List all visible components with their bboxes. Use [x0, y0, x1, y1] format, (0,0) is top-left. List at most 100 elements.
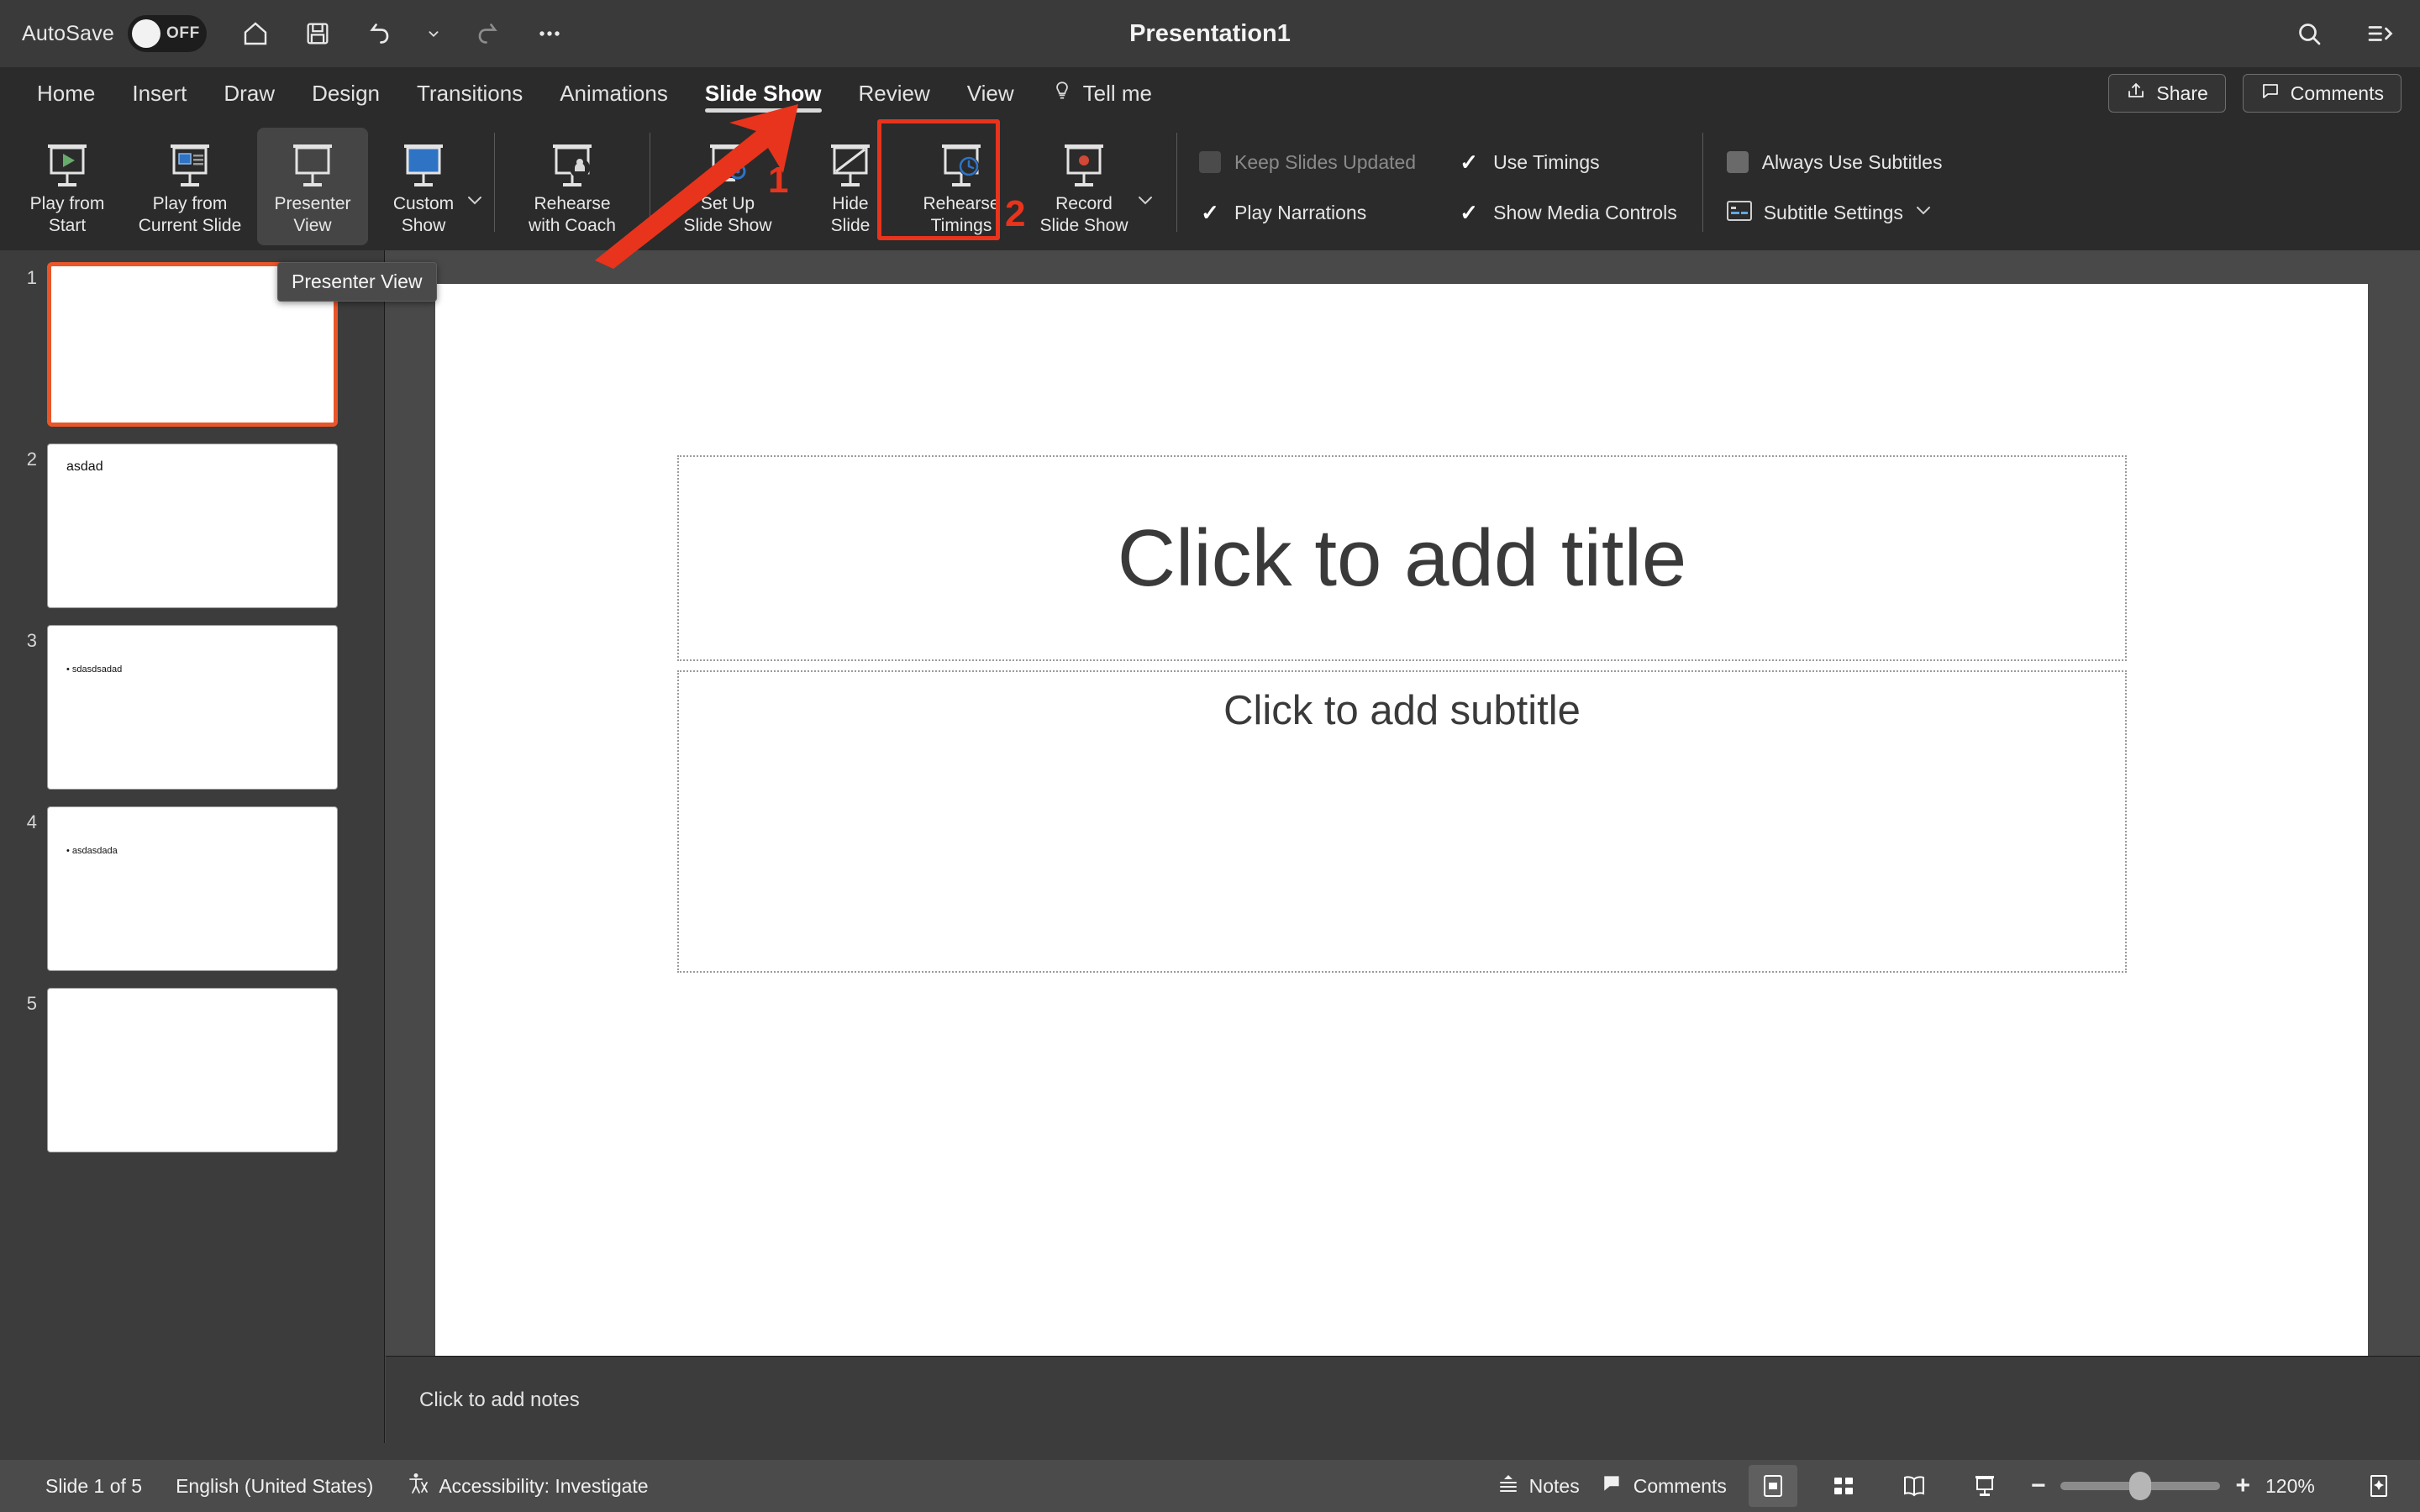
zoom-control[interactable]: − + 120%: [2031, 1472, 2333, 1500]
more-options-icon[interactable]: [531, 15, 568, 52]
slide-show-options-group-2: ✓ Use Timings ✓ Show Media Controls: [1416, 128, 1677, 228]
minus-icon[interactable]: −: [2031, 1473, 2046, 1499]
accessibility-status[interactable]: Accessibility: Investigate: [407, 1472, 649, 1500]
thumbnail-number: 1: [26, 267, 37, 288]
custom-show-button[interactable]: Custom Show: [368, 128, 479, 245]
lightbulb-icon: [1051, 78, 1073, 109]
reading-view-icon[interactable]: [1890, 1465, 1939, 1507]
tab-draw[interactable]: Draw: [205, 67, 293, 119]
record-slide-show-label-1: Record: [1055, 194, 1113, 213]
tab-slide-show[interactable]: Slide Show: [687, 67, 840, 119]
zoom-slider-handle[interactable]: [2129, 1472, 2152, 1500]
list-item[interactable]: 4 • asdasdada: [0, 806, 384, 971]
presenter-view-button[interactable]: Presenter View: [257, 128, 368, 245]
record-slide-show-icon: [1058, 138, 1110, 190]
set-up-slide-show-button[interactable]: Set Up Slide Show: [660, 128, 795, 245]
search-icon[interactable]: [2291, 15, 2328, 52]
share-button[interactable]: Share: [2108, 74, 2226, 113]
subtitle-settings-button[interactable]: Subtitle Settings: [1726, 197, 1943, 228]
slide-thumbnail-panel[interactable]: 1 2 asdad 3 • sdasdsadad 4 • asdasdada 5: [0, 250, 385, 1443]
ribbon-tab-bar: Home Insert Draw Design Transitions Anim…: [0, 67, 2420, 119]
play-from-current-slide-label-1: Play from: [152, 194, 228, 213]
hide-slide-label-1: Hide: [832, 194, 869, 213]
status-comments-label: Comments: [1633, 1474, 1727, 1497]
play-from-start-icon: [41, 138, 93, 190]
keep-slides-updated-checkbox[interactable]: Keep Slides Updated: [1199, 146, 1416, 178]
ribbon-display-icon[interactable]: [2361, 15, 2398, 52]
tell-me-button[interactable]: Tell me: [1033, 78, 1171, 109]
subtitle-placeholder[interactable]: Click to add subtitle: [677, 670, 2127, 973]
title-placeholder[interactable]: Click to add title: [677, 455, 2127, 661]
chevron-down-icon: [1915, 205, 1932, 220]
hide-slide-button[interactable]: Hide Slide: [795, 128, 906, 245]
undo-icon[interactable]: [361, 15, 398, 52]
autosave-control[interactable]: AutoSave OFF: [22, 15, 208, 52]
slide-thumbnail-3[interactable]: • sdasdsadad: [47, 625, 338, 790]
undo-dropdown-icon[interactable]: [424, 15, 444, 52]
normal-view-icon[interactable]: [1748, 1465, 1797, 1507]
status-comments-button[interactable]: Comments: [1602, 1473, 1727, 1499]
plus-icon[interactable]: +: [2235, 1473, 2250, 1499]
rehearse-with-coach-label-1: Rehearse: [534, 194, 611, 213]
tab-view[interactable]: View: [949, 67, 1033, 119]
autosave-label: AutoSave: [22, 21, 115, 45]
set-up-slide-show-label-1: Set Up: [700, 194, 755, 213]
thumbnail-title-text: asdad: [66, 459, 103, 474]
zoom-slider[interactable]: [2060, 1472, 2221, 1500]
slide-thumbnail-2[interactable]: asdad: [47, 444, 338, 608]
slide-thumbnail-4[interactable]: • asdasdada: [47, 806, 338, 971]
play-from-start-button[interactable]: Play from Start: [12, 128, 123, 245]
share-label: Share: [2156, 81, 2208, 104]
keep-slides-updated-label: Keep Slides Updated: [1234, 150, 1417, 173]
fit-slide-icon[interactable]: [2354, 1465, 2403, 1507]
slide-thumbnail-5[interactable]: [47, 988, 338, 1152]
notes-button[interactable]: Notes: [1497, 1473, 1580, 1499]
redo-icon: [469, 15, 506, 52]
always-use-subtitles-checkbox[interactable]: Always Use Subtitles: [1726, 146, 1942, 178]
home-icon[interactable]: [237, 15, 274, 52]
thumbnail-number: 3: [26, 630, 37, 651]
subtitle-settings-label: Subtitle Settings: [1763, 201, 1903, 223]
slide-show-options-group-1: Keep Slides Updated ✓ Play Narrations: [1187, 128, 1416, 228]
use-timings-checkbox[interactable]: ✓ Use Timings: [1458, 146, 1677, 178]
tab-review[interactable]: Review: [840, 67, 949, 119]
ribbon-separator: [1702, 133, 1703, 232]
presenter-view-icon: [287, 138, 339, 190]
slide-sorter-icon[interactable]: [1819, 1465, 1868, 1507]
slide-canvas[interactable]: Click to add title Click to add subtitle: [435, 284, 2368, 1372]
custom-show-chevron-down-icon[interactable]: [466, 193, 484, 210]
play-narrations-checkbox[interactable]: ✓ Play Narrations: [1199, 197, 1416, 228]
list-item[interactable]: 5: [0, 988, 384, 1152]
autosave-toggle[interactable]: OFF: [128, 15, 208, 52]
language-indicator[interactable]: English (United States): [176, 1475, 373, 1498]
ribbon-separator: [1176, 133, 1177, 232]
play-from-current-slide-button[interactable]: Play from Current Slide: [123, 128, 257, 245]
tab-design[interactable]: Design: [293, 67, 398, 119]
play-from-current-slide-label-2: Current Slide: [138, 216, 242, 235]
rehearse-with-coach-label-2: with Coach: [529, 216, 616, 235]
record-slide-show-button[interactable]: Record Slide Show: [1017, 128, 1151, 245]
notes-pane[interactable]: Click to add notes: [386, 1356, 2420, 1443]
subtitles-group: Always Use Subtitles Subtitle Settings: [1713, 128, 1943, 228]
presenter-view-label-1: Presenter: [274, 194, 351, 213]
save-icon[interactable]: [299, 15, 336, 52]
record-slide-show-chevron-down-icon[interactable]: [1136, 193, 1155, 210]
slide-counter[interactable]: Slide 1 of 5: [45, 1475, 142, 1498]
checkmark-icon: ✓: [1460, 150, 1478, 175]
zoom-level-label[interactable]: 120%: [2265, 1475, 2333, 1498]
slide-stage: Click to add title Click to add subtitle: [385, 250, 2420, 1443]
rehearse-timings-button[interactable]: Rehearse Timings: [906, 128, 1017, 245]
show-media-controls-checkbox[interactable]: ✓ Show Media Controls: [1458, 197, 1677, 228]
rehearse-with-coach-button[interactable]: Rehearse with Coach: [505, 128, 639, 245]
custom-show-icon: [397, 138, 450, 190]
tab-animations[interactable]: Animations: [541, 67, 687, 119]
tab-transitions[interactable]: Transitions: [398, 67, 541, 119]
comments-button[interactable]: Comments: [2242, 74, 2402, 113]
tab-insert[interactable]: Insert: [113, 67, 205, 119]
autosave-toggle-knob: [132, 19, 161, 48]
slide-show-view-icon[interactable]: [1960, 1465, 2009, 1507]
list-item[interactable]: 3 • sdasdsadad: [0, 625, 384, 790]
list-item[interactable]: 2 asdad: [0, 444, 384, 608]
tab-home[interactable]: Home: [18, 67, 113, 119]
rehearse-with-coach-icon: [546, 138, 598, 190]
